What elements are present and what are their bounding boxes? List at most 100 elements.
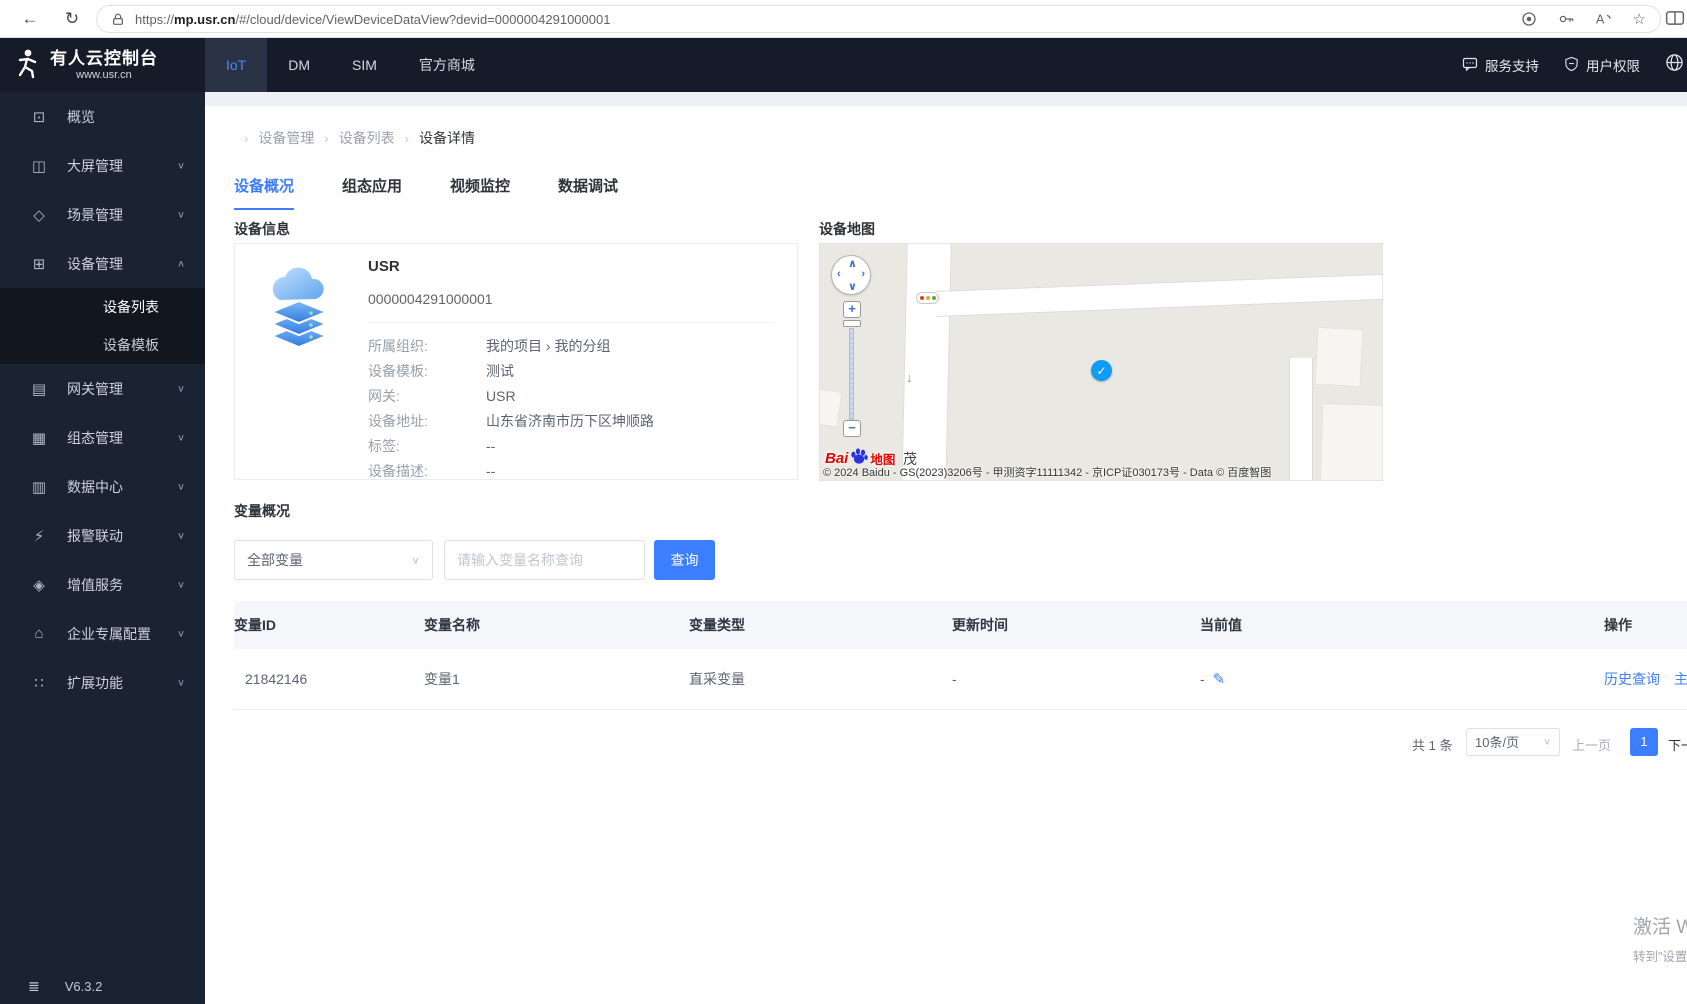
device-field-row: 设备描述: -- xyxy=(368,459,775,484)
sidebar-item-label: 概览 xyxy=(67,108,95,125)
usr-cloud-console-page: { "browser": { "url_scheme": "https://",… xyxy=(0,0,1687,1004)
device-info-card: USR 0000004291000001 所属组织: 我的项目 › 我的分组 设… xyxy=(234,243,798,480)
favorites-star-icon[interactable]: ☆ xyxy=(1633,12,1646,27)
field-label: 标签: xyxy=(368,438,400,454)
detail-tab[interactable]: 视频监控 xyxy=(450,175,510,210)
map-zoom-in-button[interactable]: + xyxy=(843,301,861,318)
split-screen-icon[interactable] xyxy=(1665,9,1685,32)
sidebar-item-icon: ◇ xyxy=(33,206,45,224)
service-support-link[interactable]: 服务支持 xyxy=(1462,55,1539,75)
map-pan-control[interactable]: ∧ ∨ ‹ › xyxy=(831,255,871,295)
table-header-cell: 变量ID xyxy=(234,601,424,649)
detail-tab[interactable]: 设备概况 xyxy=(234,175,295,210)
chevron-icon: ∨ xyxy=(176,383,185,395)
next-page-button[interactable]: 下一页 xyxy=(1668,735,1687,754)
sidebar-item-icon: ◈ xyxy=(33,576,45,594)
brand-logo[interactable]: 有人云控制台 www.usr.cn xyxy=(0,38,205,92)
action-link[interactable]: 主 xyxy=(1674,671,1687,687)
variable-updated-cell: - xyxy=(952,649,1200,710)
sidebar-item[interactable]: 设备列表 xyxy=(0,288,205,326)
baidu-map[interactable]: ↓ ∧ ∨ ‹ › + − ✓ Bai 地图 茂 © 2024 Baidu - … xyxy=(819,243,1383,481)
sidebar-item[interactable]: ∷ 扩展功能 ∨ xyxy=(0,658,205,707)
location-icon[interactable] xyxy=(1521,11,1537,27)
sidebar-item-label: 设备管理 xyxy=(67,255,123,272)
sidebar-item[interactable]: ▦ 组态管理 ∨ xyxy=(0,413,205,462)
device-location-marker[interactable]: ✓ xyxy=(1091,360,1112,381)
action-link[interactable]: 历史查询 xyxy=(1604,671,1660,687)
detail-tab[interactable]: 数据调试 xyxy=(558,175,618,210)
app-header: 有人云控制台 www.usr.cn IoT DM SIM 官方商城 服务支持 用户权限 xyxy=(0,38,1687,92)
browser-refresh-button[interactable]: ↻ xyxy=(60,7,84,31)
sidebar-item-label: 报警联动 xyxy=(67,527,123,544)
current-value: - xyxy=(1200,670,1205,687)
pagination: 共 1 条 10条/页 ∨ 上一页 1 下一页 xyxy=(234,727,1687,757)
edit-value-icon[interactable]: ✎ xyxy=(1213,671,1226,688)
top-nav-item[interactable]: SIM xyxy=(331,38,398,92)
sidebar-item[interactable]: ◇ 场景管理 ∨ xyxy=(0,190,205,239)
sidebar-item[interactable]: ⌂ 企业专属配置 ∨ xyxy=(0,609,205,658)
field-label: 所属组织: xyxy=(368,338,428,354)
current-page-button[interactable]: 1 xyxy=(1630,727,1658,756)
field-value: USR xyxy=(486,388,516,404)
traffic-light-icon xyxy=(916,292,939,304)
variable-type-select[interactable]: 全部变量 ∨ xyxy=(234,540,433,580)
variable-search-input[interactable] xyxy=(444,540,645,580)
sidebar-item-icon: ⌂ xyxy=(34,625,44,642)
breadcrumb-item[interactable]: › 设备详情 xyxy=(395,128,475,148)
variables-title: 变量概况 xyxy=(234,503,290,519)
detail-tab[interactable]: 组态应用 xyxy=(342,175,402,210)
previous-page-button[interactable]: 上一页 xyxy=(1572,735,1611,754)
chevron-icon: ∨ xyxy=(176,677,185,689)
lock-icon xyxy=(111,12,125,27)
top-nav-item[interactable]: DM xyxy=(267,38,331,92)
field-label: 设备模板: xyxy=(368,363,428,379)
user-permission-link[interactable]: 用户权限 xyxy=(1564,55,1640,75)
sidebar-item[interactable]: ⊞ 设备管理 ∧ xyxy=(0,239,205,288)
sidebar-item-icon: ∷ xyxy=(34,674,44,692)
map-zoom-slider-track[interactable] xyxy=(849,328,854,420)
query-button[interactable]: 查询 xyxy=(654,540,715,580)
service-support-label: 服务支持 xyxy=(1485,59,1539,74)
device-field-row: 网关: USR xyxy=(368,384,775,409)
sidebar-item[interactable]: 设备模板 xyxy=(0,326,205,364)
user-permission-label: 用户权限 xyxy=(1586,59,1640,74)
chevron-icon: ∨ xyxy=(176,209,185,221)
chevron-icon: ∨ xyxy=(176,160,185,172)
sidebar-item[interactable]: ⊡ 概览 xyxy=(0,92,205,141)
map-zoom-slider-handle[interactable] xyxy=(843,320,861,327)
table-row: 21842146 变量1 直采变量 - - ✎ 历史查询主 xyxy=(234,649,1687,710)
sidebar-item[interactable]: ▥ 数据中心 ∨ xyxy=(0,462,205,511)
pan-down-icon[interactable]: ∨ xyxy=(848,280,857,293)
field-value: 山东省济南市历下区坤顺路 xyxy=(486,413,654,429)
top-nav-item[interactable]: IoT xyxy=(205,38,268,92)
page-size-select[interactable]: 10条/页 ∨ xyxy=(1466,727,1560,756)
browser-address-bar[interactable]: https://mp.usr.cn/#/cloud/device/ViewDev… xyxy=(96,5,1661,33)
version-label: V6.3.2 xyxy=(64,979,103,994)
browser-back-button[interactable]: ← xyxy=(18,7,42,31)
breadcrumb-separator-icon: › xyxy=(324,130,329,146)
device-name: USR xyxy=(368,258,400,275)
sidebar-item[interactable]: ⚡ 报警联动 ∨ xyxy=(0,511,205,560)
sidebar-item-label: 设备模板 xyxy=(103,337,159,353)
language-globe-icon[interactable] xyxy=(1665,53,1684,77)
pan-up-icon[interactable]: ∧ xyxy=(848,257,857,270)
chevron-icon: ∨ xyxy=(176,481,185,493)
pan-right-icon[interactable]: › xyxy=(861,268,865,280)
breadcrumb-item[interactable]: › 设备管理 xyxy=(234,128,314,148)
sidebar-item[interactable]: ◈ 增值服务 ∨ xyxy=(0,560,205,609)
pan-left-icon[interactable]: ‹ xyxy=(837,268,841,280)
password-key-icon[interactable] xyxy=(1558,11,1574,27)
sidebar-item-label: 组态管理 xyxy=(67,429,123,446)
sidebar-item[interactable]: ▤ 网关管理 ∨ xyxy=(0,364,205,413)
read-aloud-icon[interactable]: A xyxy=(1595,11,1612,27)
sidebar-item-label: 增值服务 xyxy=(67,576,123,593)
version-list-icon: ≣ xyxy=(28,978,40,994)
content-panel: › 设备管理 › 设备列表 › 设备详情 设备概况 组态应用 视频监控 数据调试 设备… xyxy=(205,106,1687,1004)
variable-type-select-value: 全部变量 xyxy=(247,552,303,568)
sidebar-item[interactable]: ◫ 大屏管理 ∨ xyxy=(0,141,205,190)
road-direction-arrow-icon: ↓ xyxy=(906,370,913,385)
top-nav-item[interactable]: 官方商城 xyxy=(398,38,496,92)
breadcrumb-item[interactable]: › 设备列表 xyxy=(314,128,394,148)
svg-text:A: A xyxy=(1596,13,1605,27)
map-zoom-out-button[interactable]: − xyxy=(843,420,861,437)
